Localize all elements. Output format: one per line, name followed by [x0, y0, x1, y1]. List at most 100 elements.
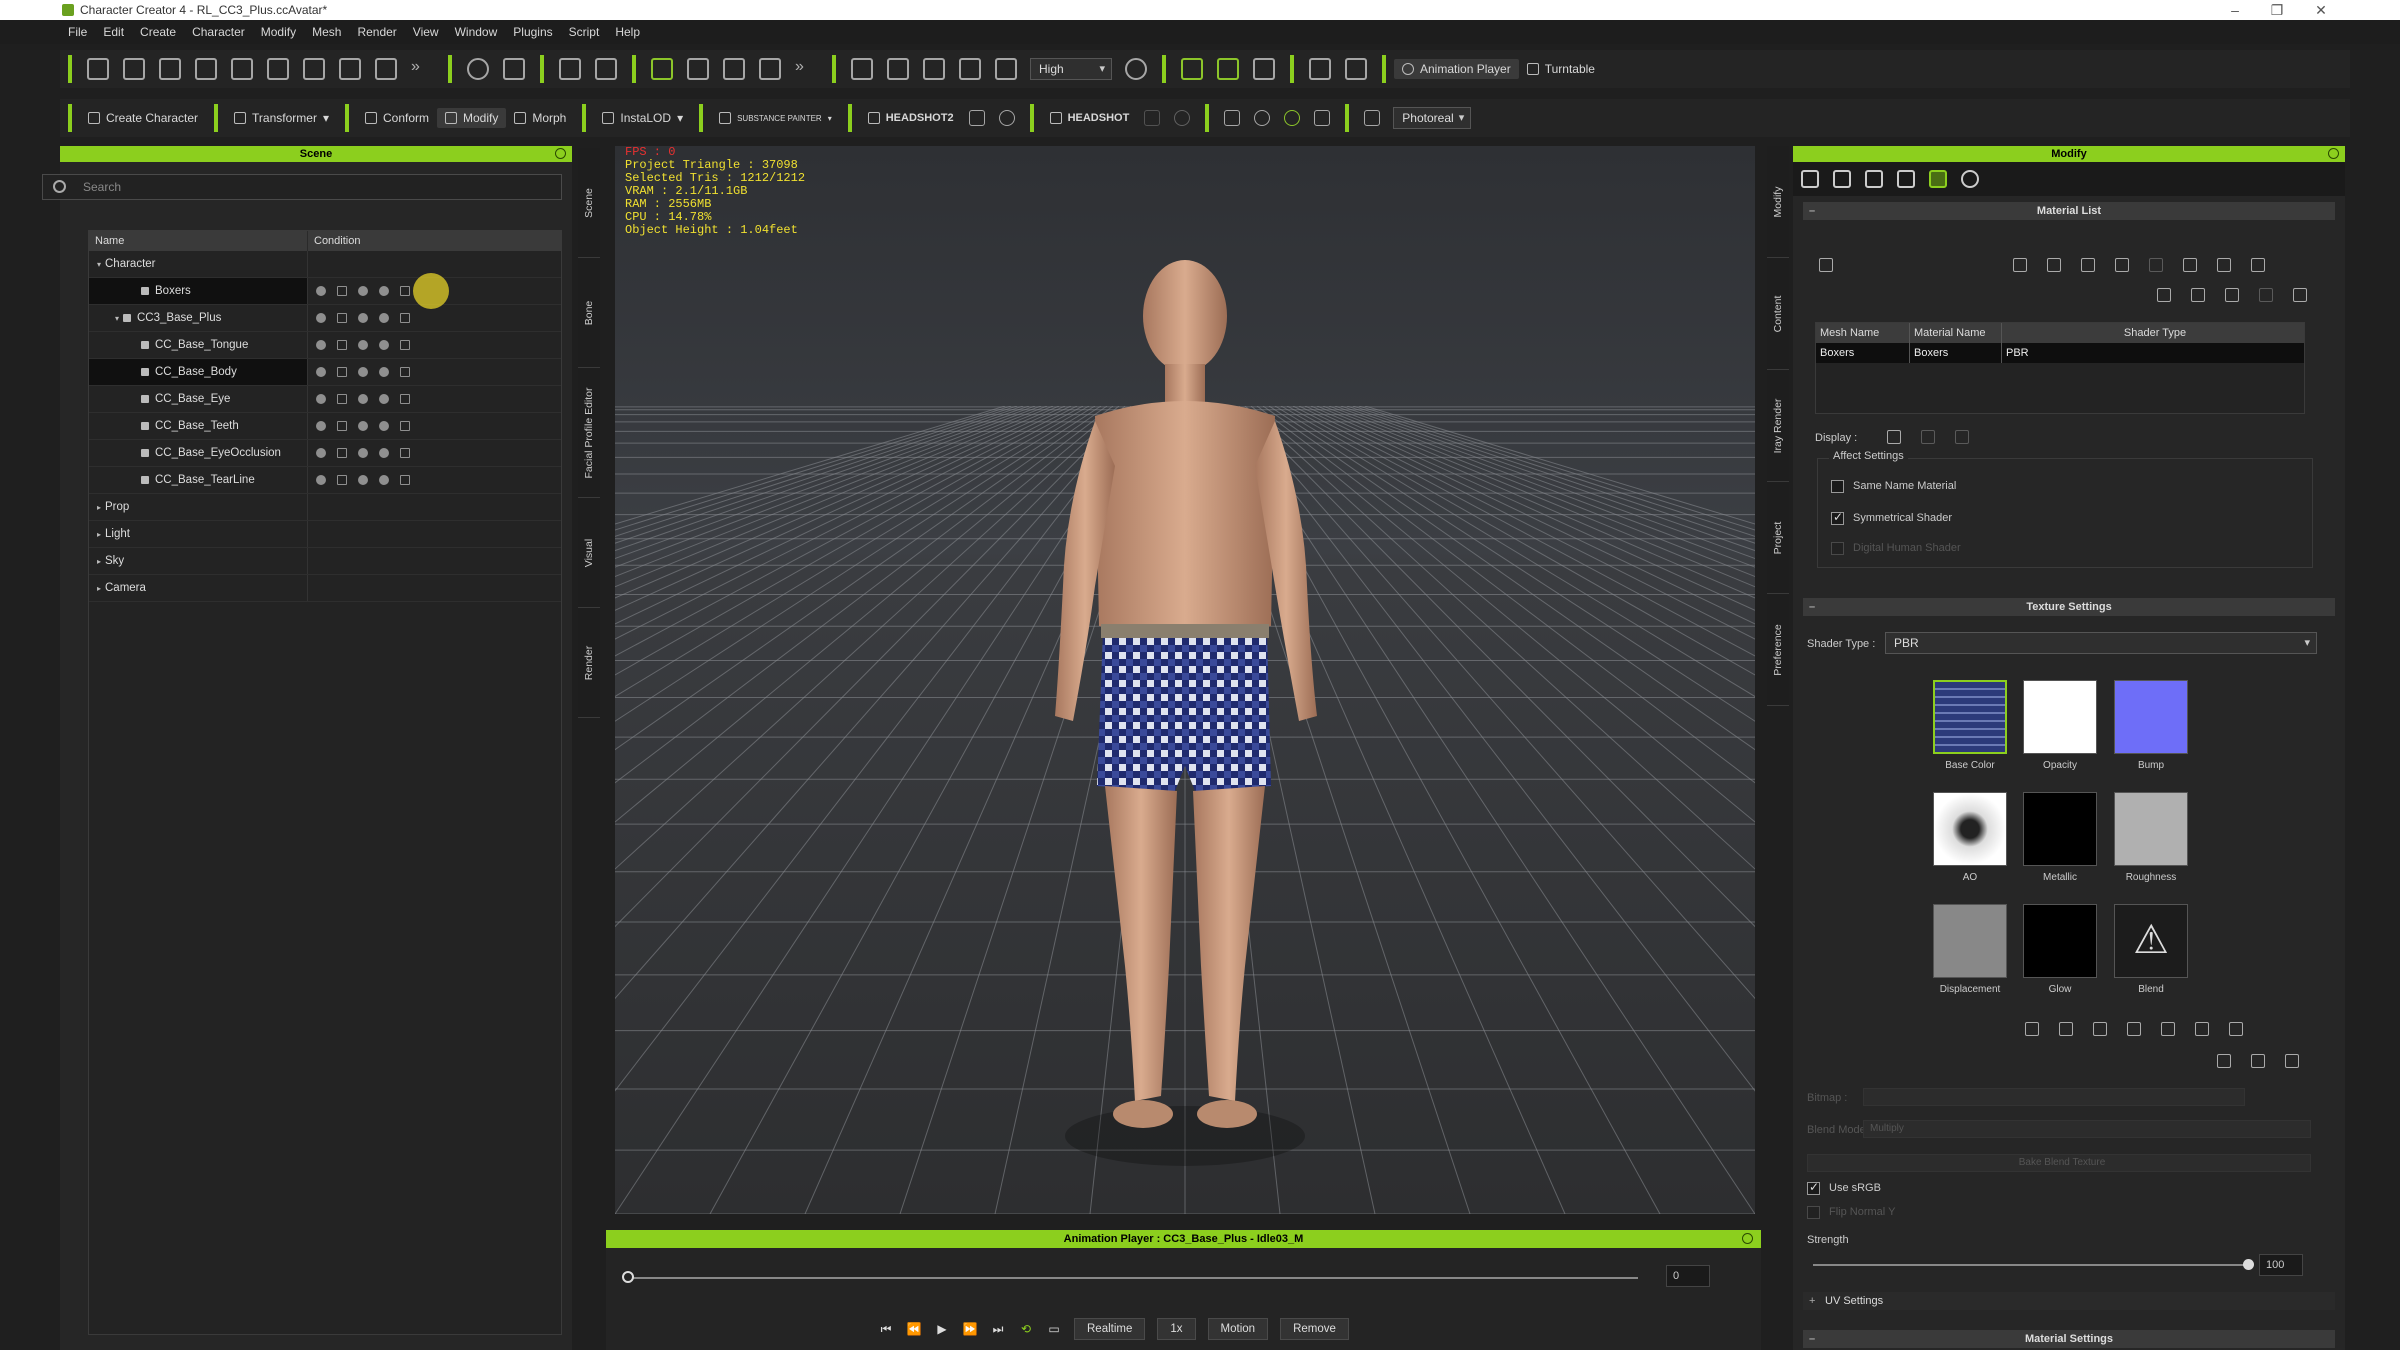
menu-file[interactable]: File [60, 25, 95, 39]
create-character-button[interactable]: Create Character [80, 108, 206, 128]
shadow-icon[interactable] [379, 448, 389, 458]
lock-icon[interactable] [337, 475, 347, 485]
render-icon[interactable] [1364, 110, 1381, 126]
tab-content[interactable]: Content [1767, 258, 1789, 370]
tree-row[interactable]: ▾ CC3_Base_Plus [89, 305, 561, 332]
scale-icon[interactable] [759, 58, 781, 80]
flip-normal-checkbox[interactable] [1807, 1206, 1820, 1219]
window-icon[interactable] [2251, 1054, 2265, 1068]
more-icon[interactable]: » [411, 58, 433, 80]
tree-row[interactable]: CC_Base_TearLine [89, 467, 561, 494]
drop-to-floor-icon[interactable] [887, 58, 909, 80]
dropper-icon[interactable] [2191, 288, 2205, 302]
tree-row[interactable]: ▸ Sky [89, 548, 561, 575]
menu-script[interactable]: Script [561, 25, 608, 39]
headshot-disabled-icon[interactable] [1144, 110, 1161, 126]
menu-edit[interactable]: Edit [95, 25, 132, 39]
speed-select[interactable]: 1x [1157, 1318, 1196, 1340]
displacement-texture[interactable] [1933, 904, 2007, 978]
bitmap-field[interactable] [1863, 1088, 2245, 1106]
realtime-button[interactable]: Realtime [1074, 1318, 1146, 1340]
material-map-icon[interactable] [2293, 288, 2307, 302]
lock-icon[interactable] [337, 313, 347, 323]
duplicate-icon[interactable] [2225, 288, 2239, 302]
bake-blend-button[interactable]: Bake Blend Texture [1807, 1154, 2311, 1172]
collapse-icon[interactable]: – [1809, 202, 1815, 220]
select-arrow-icon[interactable] [651, 58, 673, 80]
load-texture-icon[interactable] [2025, 1022, 2039, 1036]
expand-caret-icon[interactable]: ▸ [93, 530, 105, 539]
material-preview-icon[interactable] [1819, 258, 1833, 272]
menu-plugins[interactable]: Plugins [505, 25, 560, 39]
refresh-texture-icon[interactable] [2195, 1022, 2209, 1036]
launch-editor-icon[interactable] [2161, 1022, 2175, 1036]
load-material-icon[interactable] [2013, 258, 2027, 272]
attribute-icon[interactable] [1801, 170, 1819, 188]
physics-icon[interactable] [1253, 58, 1275, 80]
save-icon[interactable] [159, 58, 181, 80]
close-icon[interactable]: ✕ [2306, 0, 2336, 20]
physics-icon[interactable] [1897, 170, 1915, 188]
link-icon[interactable] [2127, 1022, 2141, 1036]
render-icon[interactable] [358, 421, 368, 431]
more-icon[interactable]: » [795, 58, 817, 80]
timeline-knob[interactable] [622, 1271, 634, 1283]
material-icon[interactable] [400, 448, 410, 458]
delete-icon[interactable] [2229, 1022, 2243, 1036]
visible-eye-icon[interactable] [316, 475, 326, 485]
reset-icon[interactable] [2251, 258, 2265, 272]
new-file-icon[interactable] [87, 58, 109, 80]
tab-iray-render[interactable]: Iray Render [1767, 370, 1789, 482]
refresh-icon[interactable] [1284, 110, 1301, 126]
material-icon[interactable] [400, 367, 410, 377]
3d-viewport[interactable]: FPS : 0 Project Triangle : 37098 Selecte… [615, 146, 1755, 1214]
character-model[interactable] [1035, 246, 1335, 1214]
render-icon[interactable] [358, 367, 368, 377]
tree-row[interactable]: CC_Base_Eye [89, 386, 561, 413]
opacity-texture[interactable] [2023, 680, 2097, 754]
transformer-button[interactable]: Transformer ▾ [226, 108, 337, 128]
substance-painter-button[interactable]: SUBSTANCE PAINTER ▾ [711, 109, 840, 127]
animation-player-button[interactable]: Animation Player [1394, 59, 1519, 79]
scene-search-input[interactable]: Search [42, 174, 562, 200]
save-as-icon[interactable] [195, 58, 217, 80]
minimize-icon[interactable]: – [2220, 0, 2250, 20]
tree-row[interactable]: ▾ Character [89, 251, 561, 278]
same-name-material-checkbox[interactable] [1831, 480, 1844, 493]
visible-eye-icon[interactable] [316, 286, 326, 296]
head-icon[interactable] [998, 110, 1015, 126]
shader-type-select[interactable]: PBR [1885, 632, 2317, 654]
modify-button[interactable]: Modify [437, 108, 507, 128]
digital-human-shader-checkbox[interactable] [1831, 542, 1844, 555]
headshot-tool-icon[interactable] [968, 110, 985, 126]
expand-caret-icon[interactable]: ▾ [93, 260, 105, 269]
display-mode-3-icon[interactable] [1955, 430, 1969, 444]
zoom-fit-icon[interactable] [959, 58, 981, 80]
blend-mode-select[interactable]: Multiply [1863, 1120, 2311, 1138]
turntable-button[interactable]: Turntable [1519, 59, 1603, 79]
menu-help[interactable]: Help [607, 25, 648, 39]
remove-button[interactable]: Remove [1280, 1318, 1349, 1340]
save-material-icon[interactable] [2047, 258, 2061, 272]
lock-icon[interactable] [337, 394, 347, 404]
material-icon[interactable] [400, 421, 410, 431]
first-frame-icon[interactable]: ⏮ [878, 1322, 894, 1337]
tree-row[interactable]: CC_Base_EyeOcclusion [89, 440, 561, 467]
grid-view-icon[interactable] [2217, 1054, 2231, 1068]
expand-caret-icon[interactable]: ▸ [93, 557, 105, 566]
metallic-texture[interactable] [2023, 792, 2097, 866]
material-ball-icon[interactable] [1224, 110, 1241, 126]
redo-icon[interactable] [595, 58, 617, 80]
render-icon[interactable] [358, 448, 368, 458]
tab-preference[interactable]: Preference [1767, 594, 1789, 706]
quality-select[interactable]: High [1030, 58, 1112, 80]
tree-row[interactable]: Boxers [89, 278, 561, 305]
base-color-texture[interactable] [1933, 680, 2007, 754]
save-texture-icon[interactable] [2059, 1022, 2073, 1036]
collapse-icon[interactable]: – [1809, 598, 1815, 616]
symmetrical-shader-checkbox[interactable] [1831, 510, 1844, 525]
export-icon[interactable] [267, 58, 289, 80]
material-icon[interactable] [400, 313, 410, 323]
tab-modify[interactable]: Modify [1767, 146, 1789, 258]
headshot-button[interactable]: HEADSHOT [1042, 109, 1138, 127]
